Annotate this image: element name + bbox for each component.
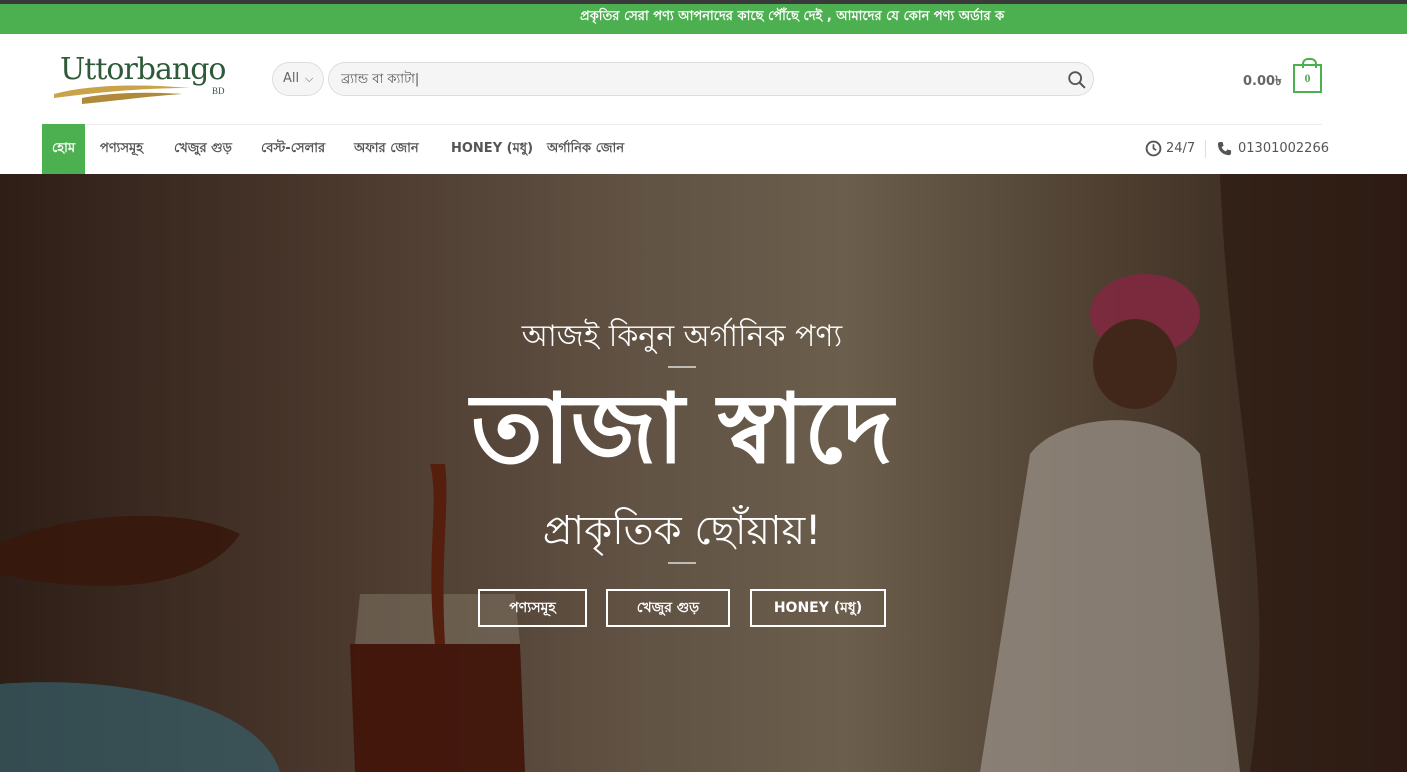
main-nav: হোম পণ্যসমূহ খেজুর গুড় বেস্ট-সেলার অফার… xyxy=(0,124,1407,174)
announcement-text: প্রকৃতির সেরা পণ্য আপনাদের কাছে পৌঁছে দে… xyxy=(580,9,1005,24)
search-input[interactable] xyxy=(329,63,1049,95)
announcement-bar: প্রকৃতির সেরা পণ্য আপনাদের কাছে পৌঁছে দে… xyxy=(0,4,1407,34)
nav-item-home[interactable]: হোম xyxy=(42,124,86,174)
site-logo[interactable]: Uttorbango BD xyxy=(52,52,232,112)
hero-button-honey[interactable]: HONEY (মধু) xyxy=(750,589,886,627)
search-icon[interactable] xyxy=(1066,69,1088,91)
nav-divider xyxy=(42,124,1322,125)
phone-number[interactable]: 01301002266 xyxy=(1238,124,1329,174)
hero-banner: আজই কিনুন অর্গানিক পণ্য তাজা স্বাদে প্রা… xyxy=(0,174,1407,772)
cart-count: 0 xyxy=(1304,71,1311,85)
hero-button-products[interactable]: পণ্যসমূহ xyxy=(478,589,587,627)
logo-swoosh-icon xyxy=(54,85,190,104)
phone-icon xyxy=(1217,141,1232,156)
nav-separator xyxy=(1205,140,1206,158)
hours-text: 24/7 xyxy=(1166,141,1196,156)
nav-item-date-jaggery[interactable]: খেজুর গুড় xyxy=(174,124,232,174)
nav-item-best-seller[interactable]: বেস্ট-সেলার xyxy=(261,124,325,174)
cart-button[interactable]: 0 xyxy=(1293,58,1322,93)
hero-tagline: প্রাকৃতিক ছোঁয়ায়! xyxy=(542,508,822,554)
clock-icon xyxy=(1145,140,1162,157)
logo-suffix: BD xyxy=(212,86,225,96)
hero-divider-top xyxy=(668,366,696,368)
chevron-down-icon: ⌵ xyxy=(305,72,314,85)
cart-total[interactable]: 0.00৳ xyxy=(1243,72,1282,93)
search-box xyxy=(328,62,1094,96)
category-select-value: All xyxy=(283,71,300,86)
hero-button-date-jaggery[interactable]: খেজুর গুড় xyxy=(606,589,730,627)
hero-divider-bottom xyxy=(668,562,696,564)
hero-title: তাজা স্বাদে xyxy=(470,373,894,485)
nav-item-offer-zone[interactable]: অফার জোন xyxy=(354,124,419,174)
nav-item-products[interactable]: পণ্যসমূহ xyxy=(100,124,143,174)
site-header: Uttorbango BD All ⌵ 0.00৳ 0 xyxy=(0,34,1407,124)
hero-subtitle: আজই কিনুন অর্গানিক পণ্য xyxy=(521,319,843,354)
nav-item-organic-zone[interactable]: অর্গানিক জোন xyxy=(547,124,624,174)
category-select[interactable]: All ⌵ xyxy=(272,62,324,96)
nav-item-honey[interactable]: HONEY (মধু) xyxy=(451,124,533,174)
